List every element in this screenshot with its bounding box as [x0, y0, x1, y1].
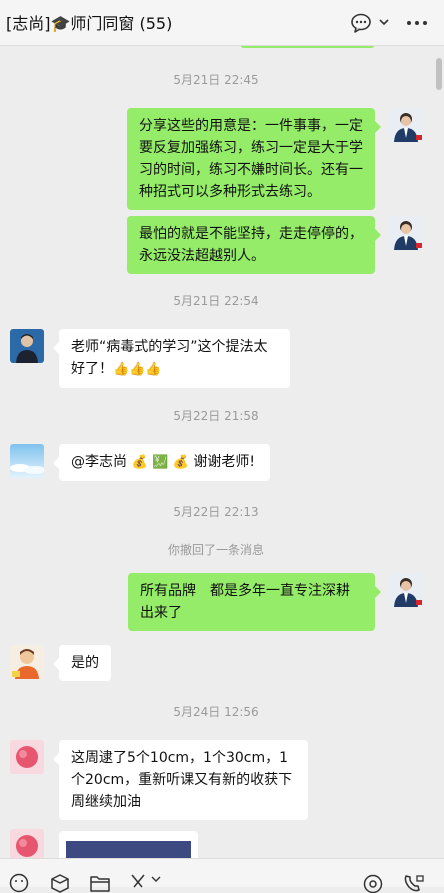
video-call-icon[interactable] — [402, 873, 426, 893]
message-bubble-self[interactable]: 最怕的就是不能坚持，走走停停的，永远没法超越别人。 — [127, 216, 381, 274]
chat-bubble-icon[interactable] — [350, 12, 372, 34]
chat-header: [志尚]🎓师门同窗 (55) — [0, 0, 444, 46]
previous-message-bubble — [240, 46, 375, 48]
avatar-member[interactable] — [10, 329, 44, 363]
avatar-self[interactable] — [389, 216, 423, 250]
more-icon[interactable] — [406, 20, 428, 26]
avatar-self[interactable] — [389, 108, 423, 142]
image-thumbnail — [66, 841, 191, 858]
title-suffix: 师门同窗 (55) — [70, 14, 173, 33]
message-bubble-other[interactable]: 老师“病毒式的学习”这个提法太好了！👍👍👍 — [53, 329, 290, 388]
scrollbar[interactable] — [436, 58, 442, 90]
avatar-member[interactable] — [10, 740, 44, 774]
chat-title[interactable]: [志尚]🎓师门同窗 (55) — [6, 10, 172, 34]
mention[interactable]: @李志尚 — [71, 454, 127, 470]
voice-call-icon[interactable] — [362, 873, 384, 893]
message-text: 谢谢老师! — [193, 454, 255, 470]
timestamp: 5月22日 22:13 — [173, 505, 259, 519]
graduation-cap-icon: 🎓 — [50, 14, 71, 33]
input-toolbar — [0, 858, 444, 893]
recall-notice: 你撤回了一条消息 — [167, 543, 264, 557]
title-prefix: [志尚] — [6, 14, 51, 33]
avatar-member[interactable] — [10, 444, 44, 478]
chart-icon: 💹 — [152, 455, 169, 470]
chevron-down-icon[interactable] — [378, 16, 390, 28]
message-bubble-other[interactable]: 这周逮了5个10cm，1个30cm，1个20cm，重新听课又有新的收获下周继续加… — [53, 740, 308, 820]
emoji-icon[interactable] — [9, 873, 29, 893]
message-bubble-other[interactable]: @李志尚 💰 💹 💰 谢谢老师! — [53, 444, 270, 481]
avatar-member[interactable] — [10, 645, 44, 679]
message-text: 老师“病毒式的学习”这个提法太好了！ — [71, 339, 268, 377]
timestamp: 5月22日 21:58 — [173, 409, 259, 423]
thumbs-up-icon: 👍👍👍 — [113, 362, 162, 377]
folder-icon[interactable] — [89, 873, 111, 893]
cube-icon[interactable] — [50, 873, 70, 893]
message-bubble-other[interactable]: 是的 — [53, 645, 111, 681]
message-list[interactable]: 5月21日 22:45 分享这些的用意是：一件事事，一定要反复加强练习，练习一定… — [0, 46, 444, 858]
timestamp: 5月21日 22:54 — [173, 294, 259, 308]
money-bag-icon: 💰 — [172, 455, 189, 470]
avatar-self[interactable] — [389, 573, 423, 607]
timestamp: 5月24日 12:56 — [173, 705, 259, 719]
avatar-member[interactable] — [10, 829, 44, 858]
chevron-down-icon[interactable] — [151, 875, 161, 883]
money-bag-icon: 💰 — [131, 455, 148, 470]
timestamp: 5月21日 22:45 — [173, 73, 259, 87]
scissors-icon[interactable] — [128, 873, 148, 893]
message-bubble-self[interactable]: 所有品牌 都是多年一直专注深耕出来了 — [128, 573, 381, 631]
image-message[interactable] — [59, 831, 198, 858]
message-bubble-self[interactable]: 分享这些的用意是：一件事事，一定要反复加强练习，练习一定是大于学习的时间，练习不… — [127, 108, 381, 210]
